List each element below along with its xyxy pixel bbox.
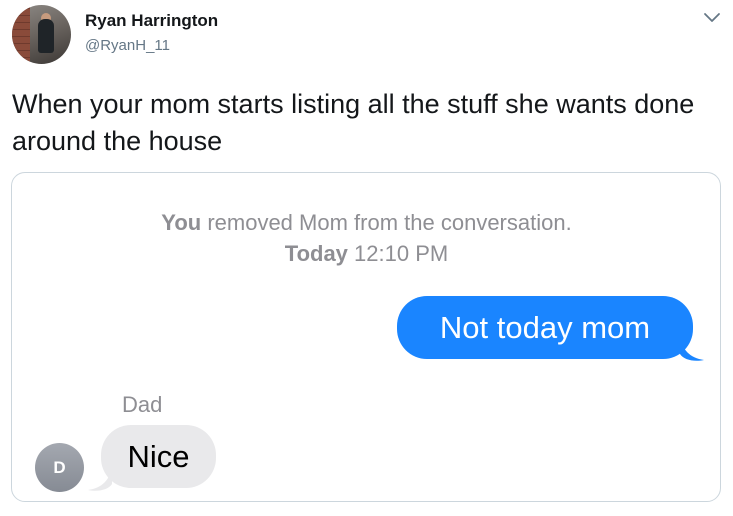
system-message-actor: You: [161, 210, 202, 235]
tweet-text: When your mom starts listing all the stu…: [12, 89, 695, 156]
timestamp-day: Today: [284, 241, 348, 266]
system-message-text: removed Mom from the conversation.: [207, 210, 572, 235]
author-handle[interactable]: @RyanH_11: [85, 37, 170, 54]
sender-name: Dad: [122, 392, 163, 417]
chevron-down-icon[interactable]: [703, 11, 721, 25]
sent-message-bubble: Not today mom: [397, 296, 693, 359]
author-avatar[interactable]: [12, 5, 71, 64]
avatar-wall: [12, 5, 30, 64]
received-message-bubble: Nice: [101, 425, 216, 488]
author-name[interactable]: Ryan Harrington: [85, 11, 218, 31]
avatar-person: [38, 19, 54, 53]
sender-avatar: D: [35, 443, 84, 492]
system-message: You removed Mom from the conversation.: [0, 210, 733, 236]
timestamp-time: 12:10 PM: [354, 241, 449, 266]
message-timestamp: Today 12:10 PM: [0, 241, 733, 267]
